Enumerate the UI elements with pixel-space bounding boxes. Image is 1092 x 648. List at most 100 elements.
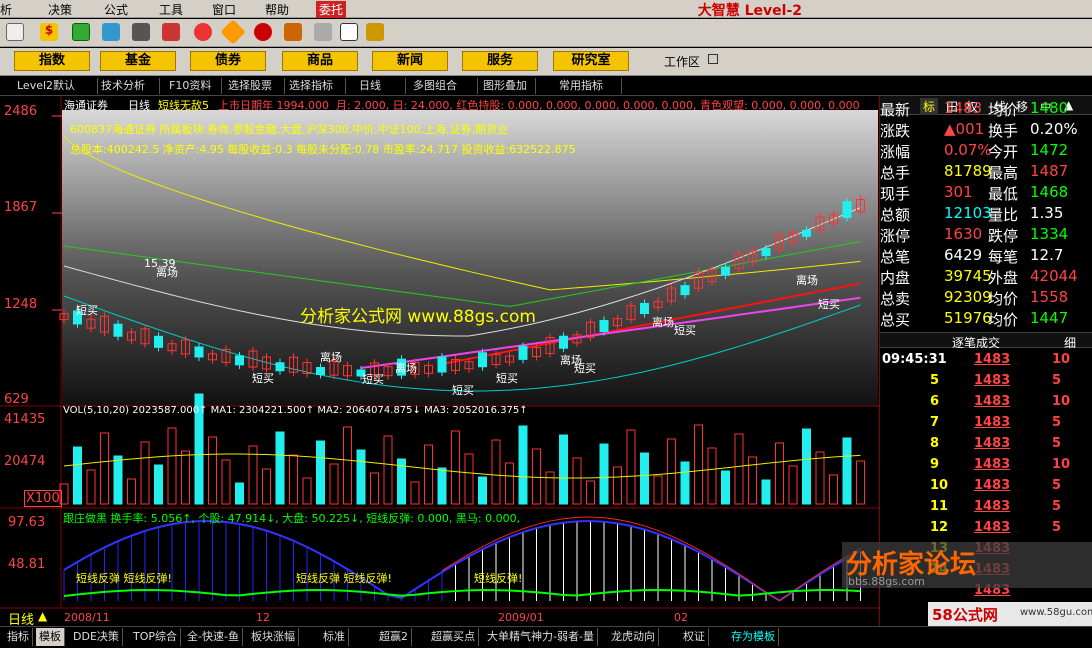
volume-bar [775,442,784,505]
nav-commodity-button[interactable]: 商品 [282,51,358,71]
workarea-close-icon[interactable] [708,54,718,64]
tab-warrant[interactable]: 权证 [680,628,709,646]
signal-label: 短买 [452,384,474,397]
opt-f10[interactable]: F10资料 [166,78,222,94]
nav-index-button[interactable]: 指数 [14,51,90,71]
candle-body [154,335,163,348]
volume-bar [208,436,217,505]
ticks-title: 逐笔成交 [952,336,1001,350]
menu-tools[interactable]: 工具 [159,1,183,18]
menu-window[interactable]: 窗口 [212,1,236,18]
ind-label-mid: 48.81 [8,557,46,572]
binoculars-icon[interactable] [132,23,150,41]
volume-bar [505,462,514,505]
toolbar: $ [0,19,1092,47]
volume-bar [559,434,568,505]
nav-fund-button[interactable]: 基金 [100,51,176,71]
diamond-icon[interactable] [220,19,246,45]
quote-value: 1334 [1030,225,1069,243]
date-label: 2009/01 [498,611,544,624]
alert-icon[interactable] [162,23,180,41]
tick-cell: 10 [1052,394,1071,409]
opt-tech-analysis[interactable]: 技术分析 [98,78,160,94]
tick-cell: 5 [1052,499,1062,514]
opt-common-indicator[interactable]: 常用指标 [556,78,622,94]
tab-chaoying-buy[interactable]: 超赢买点 [428,628,479,646]
nav-service-button[interactable]: 服务 [462,51,538,71]
nav-bond-button[interactable]: 债券 [190,51,266,71]
candle-body [680,285,690,296]
quote-value: 1630 [944,225,983,243]
quote-value: 1483 [944,99,983,117]
nav-news-button[interactable]: 新闻 [372,51,448,71]
volume-bar [518,425,528,505]
signal-label: 短买 [674,324,696,337]
opt-select-stock[interactable]: 选择股票 [225,78,285,94]
help-icon[interactable] [194,23,212,41]
indicator-line-green [63,588,861,597]
menu-analysis[interactable]: 析 [0,1,12,18]
volume-bar [127,478,136,505]
window-icon[interactable] [340,23,358,41]
menu-decision[interactable]: 决策 [48,1,72,18]
candle-body [802,229,811,237]
quote-label: 总买 [880,311,911,329]
tick-cell: 1483 [974,352,1011,367]
stock-chart[interactable]: 海通证券 日线 短线无敌5 上市日期年 1994.000 月: 2.000, 日… [0,96,879,628]
tab-dde[interactable]: DDE决策 [70,628,123,646]
chart-icon[interactable] [102,23,120,41]
tick-cell: 1483 [974,415,1011,430]
menu-trade[interactable]: 委托 [316,1,347,18]
quote-value: 1480 [1030,99,1069,117]
tab-chaoying2[interactable]: 超赢2 [376,628,412,646]
tab-sector[interactable]: 板块涨幅 [248,628,299,646]
opt-multi-chart[interactable]: 多图组合 [410,78,478,94]
candle-body [518,345,528,360]
volume-bar [383,435,393,505]
workarea-label[interactable]: 工作区 [664,53,700,70]
opt-daily[interactable]: 日线 [356,78,406,94]
tab-save-template[interactable]: 存为模板 [728,628,779,646]
menu-formula[interactable]: 公式 [104,1,128,18]
tool-icon[interactable] [284,23,302,41]
volume-bar [370,472,379,505]
tab-top[interactable]: TOP综合 [130,628,182,646]
pen-icon[interactable] [6,23,24,41]
tick-row: 8 1483 5 [880,436,1092,457]
tab-indicator[interactable]: 指标 [4,628,33,646]
volume-bar [154,464,163,505]
quote-value: 1472 [1030,141,1069,159]
tab-dragon-tiger[interactable]: 龙虎动向 [608,628,659,646]
volume-bar [721,470,730,505]
quote-value: 42044 [1030,267,1078,285]
tab-standard[interactable]: 标准 [320,628,349,646]
tab-big-order[interactable]: 大单精气神力-弱者-量 [484,628,598,646]
refresh-icon[interactable] [314,23,332,41]
dollar-icon[interactable]: $ [40,23,58,41]
app-brand: 大智慧 Level-2 [697,3,802,19]
tick-cell: 1483 [974,373,1011,388]
books-icon[interactable] [366,23,384,41]
rebound-label: 短线反弹! [474,572,523,585]
candle-body [194,346,204,358]
quote-label: 涨跌 [880,122,911,140]
opt-overlay[interactable]: 图形叠加 [480,78,536,94]
nav-research-button[interactable]: 研究室 [553,51,629,71]
volume-bar [356,449,366,505]
tab-fast-fish[interactable]: 全-快速-鱼 [184,628,243,646]
indicator-line [63,520,861,602]
tick-cell: 1483 [974,499,1011,514]
tab-template[interactable]: 模板 [36,628,65,646]
menu-help[interactable]: 帮助 [265,1,289,18]
market-icon[interactable] [72,23,90,41]
stop-icon[interactable] [254,23,272,41]
ticks-detail-toggle[interactable]: 细 [1064,334,1076,351]
quote-row: 总买 51976 均价 1447 [880,308,1092,329]
up-arrow-icon[interactable]: ▲ [38,609,47,623]
opt-level2[interactable]: Level2默认 [14,78,98,94]
vol-ma-line [63,453,861,479]
quote-label: 跌停 [988,227,1019,245]
signal-label: 短买 [496,372,518,385]
candle-body [640,303,649,315]
opt-select-indicator[interactable]: 选择指标 [286,78,346,94]
